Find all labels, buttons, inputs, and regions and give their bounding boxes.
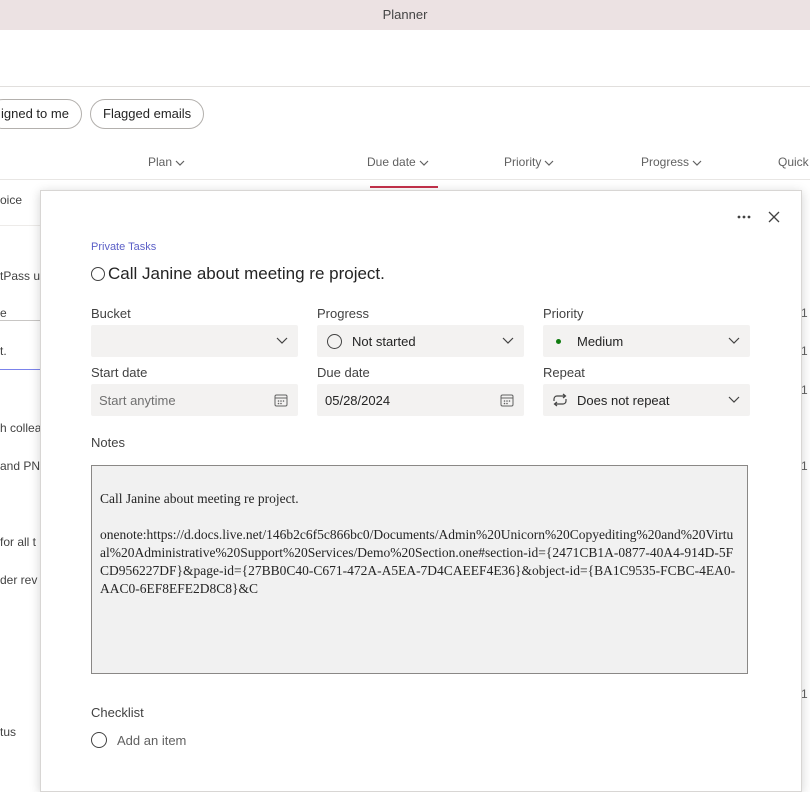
column-label: Progress: [641, 155, 690, 169]
column-header-priority[interactable]: Priority: [504, 155, 554, 169]
chevron-down-icon: [419, 160, 429, 166]
row-count: 1: [801, 383, 808, 397]
bucket-label: Bucket: [91, 306, 131, 321]
column-label: Quick: [778, 155, 809, 169]
chevron-down-icon: [692, 160, 702, 166]
filter-label: igned to me: [1, 106, 69, 121]
repeat-select[interactable]: Does not repeat: [543, 384, 750, 416]
column-header-quick[interactable]: Quick: [778, 155, 809, 169]
close-icon: [768, 211, 780, 223]
notes-label: Notes: [91, 435, 125, 450]
task-row-partial[interactable]: t.: [0, 344, 7, 358]
calendar-icon[interactable]: [274, 393, 288, 407]
progress-value: Not started: [352, 333, 416, 349]
app-title: Planner: [382, 7, 428, 22]
priority-label: Priority: [543, 306, 584, 321]
repeat-icon: [553, 393, 567, 407]
row-count: 1: [801, 344, 808, 358]
column-label: Priority: [504, 155, 542, 169]
checklist-add-item[interactable]: Add an item: [91, 732, 186, 748]
filter-flagged-emails[interactable]: Flagged emails: [90, 99, 205, 129]
task-row-partial[interactable]: e: [0, 306, 7, 320]
add-item-placeholder: Add an item: [117, 732, 187, 748]
chevron-down-icon: [276, 337, 288, 344]
filter-label: Flagged emails: [103, 106, 192, 121]
column-label: Due date: [367, 155, 416, 169]
column-header-due-date[interactable]: Due date: [367, 155, 429, 169]
row-count: 1: [801, 306, 808, 320]
notes-onenote-link[interactable]: onenote:https://d.docs.live.net/146b2c6f…: [100, 526, 739, 598]
start-date-label: Start date: [91, 365, 148, 380]
complete-task-checkbox[interactable]: [91, 267, 105, 281]
chevron-down-icon: [544, 160, 554, 166]
task-row-partial[interactable]: der rev: [0, 573, 37, 587]
chevron-down-icon: [175, 160, 185, 166]
chevron-down-icon: [502, 337, 514, 344]
due-date-value: 05/28/2024: [325, 392, 391, 408]
task-row-partial[interactable]: and PN: [0, 459, 40, 473]
notes-line: Call Janine about meeting re project.: [100, 491, 299, 506]
repeat-value: Does not repeat: [577, 392, 670, 408]
progress-select[interactable]: Not started: [317, 325, 524, 357]
task-details-panel: Private Tasks Call Janine about meeting …: [40, 190, 802, 792]
top-command-bar: [0, 30, 810, 87]
more-icon: [737, 215, 751, 219]
chevron-down-icon: [728, 337, 740, 344]
selected-task-row[interactable]: [0, 320, 45, 370]
task-title-row: Call Janine about meeting re project.: [91, 264, 385, 284]
more-options-button[interactable]: [734, 207, 754, 227]
task-row-partial[interactable]: h collea: [0, 421, 41, 435]
calendar-icon[interactable]: [500, 393, 514, 407]
checklist-circle-icon: [91, 732, 107, 748]
start-date-input[interactable]: Start anytime: [91, 384, 298, 416]
notes-textarea[interactable]: Call Janine about meeting re project. on…: [91, 465, 748, 674]
row-divider: [0, 225, 45, 226]
repeat-label: Repeat: [543, 365, 585, 380]
due-date-input[interactable]: 05/28/2024: [317, 384, 524, 416]
due-date-sort-indicator: [370, 186, 438, 188]
header-divider: [0, 179, 810, 180]
task-row-partial[interactable]: oice: [0, 193, 22, 207]
task-row-partial[interactable]: for all t: [0, 535, 36, 549]
column-header-plan[interactable]: Plan: [148, 155, 185, 169]
due-date-label: Due date: [317, 365, 370, 380]
priority-dot-icon: [556, 338, 561, 344]
close-button[interactable]: [764, 207, 784, 227]
row-count: 1: [801, 687, 808, 701]
window-title-bar: Planner: [0, 0, 810, 30]
start-date-placeholder: Start anytime: [99, 392, 176, 408]
priority-select[interactable]: Medium: [543, 325, 750, 357]
plan-name[interactable]: Private Tasks: [91, 241, 156, 253]
filter-assigned-to-me[interactable]: igned to me: [0, 99, 82, 129]
not-started-icon: [327, 333, 342, 349]
column-header-progress[interactable]: Progress: [641, 155, 702, 169]
progress-label: Progress: [317, 306, 370, 321]
row-count: 1: [801, 459, 808, 473]
column-label: Plan: [148, 155, 173, 169]
bucket-select[interactable]: [91, 325, 298, 357]
task-title[interactable]: Call Janine about meeting re project.: [108, 264, 385, 284]
priority-value: Medium: [577, 333, 624, 349]
chevron-down-icon: [728, 396, 740, 403]
checklist-label: Checklist: [91, 705, 144, 720]
task-row-partial[interactable]: tus: [0, 725, 16, 739]
